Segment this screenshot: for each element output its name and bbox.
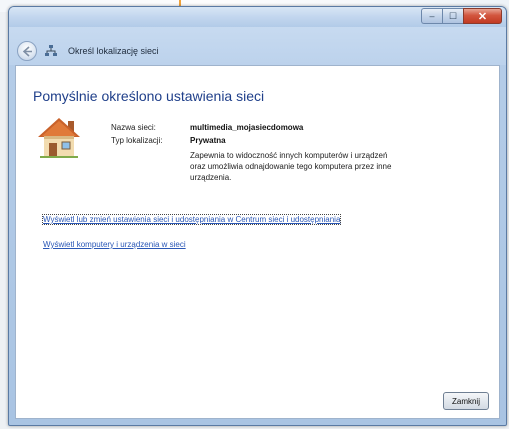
location-description: Zapewnia to widoczność innych komputerów… (190, 151, 392, 182)
network-center-link[interactable]: Wyświetl lub zmień ustawienia sieci i ud… (41, 214, 342, 225)
close-window-button[interactable]: ✕ (463, 8, 502, 24)
network-icon (45, 45, 57, 56)
content-panel: Pomyślnie określono ustawienia sieci Naz… (15, 65, 500, 419)
view-computers-link[interactable]: Wyświetl komputery i urządzenia w sieci (43, 240, 186, 249)
result-heading: Pomyślnie określono ustawienia sieci (33, 88, 265, 104)
location-type-value: Prywatna (190, 136, 226, 145)
navigation-bar: Określ lokalizację sieci (9, 27, 506, 65)
home-network-icon (38, 118, 80, 158)
back-button[interactable] (17, 41, 37, 61)
title-bar: – ☐ ✕ (9, 7, 506, 27)
network-name-label: Nazwa sieci: (111, 123, 156, 132)
close-button[interactable]: Zamknij (443, 392, 489, 410)
dialog-window: – ☐ ✕ Określ lokalizację sieci Pomyślnie… (8, 6, 507, 426)
network-name-value: multimedia_mojasiecdomowa (190, 123, 304, 132)
minimize-button[interactable]: – (421, 8, 442, 24)
caption-buttons: – ☐ ✕ (421, 8, 502, 24)
maximize-button[interactable]: ☐ (442, 8, 463, 24)
location-type-label: Typ lokalizacji: (111, 136, 163, 145)
back-arrow-icon (22, 45, 32, 57)
page-title: Określ lokalizację sieci (68, 46, 159, 56)
